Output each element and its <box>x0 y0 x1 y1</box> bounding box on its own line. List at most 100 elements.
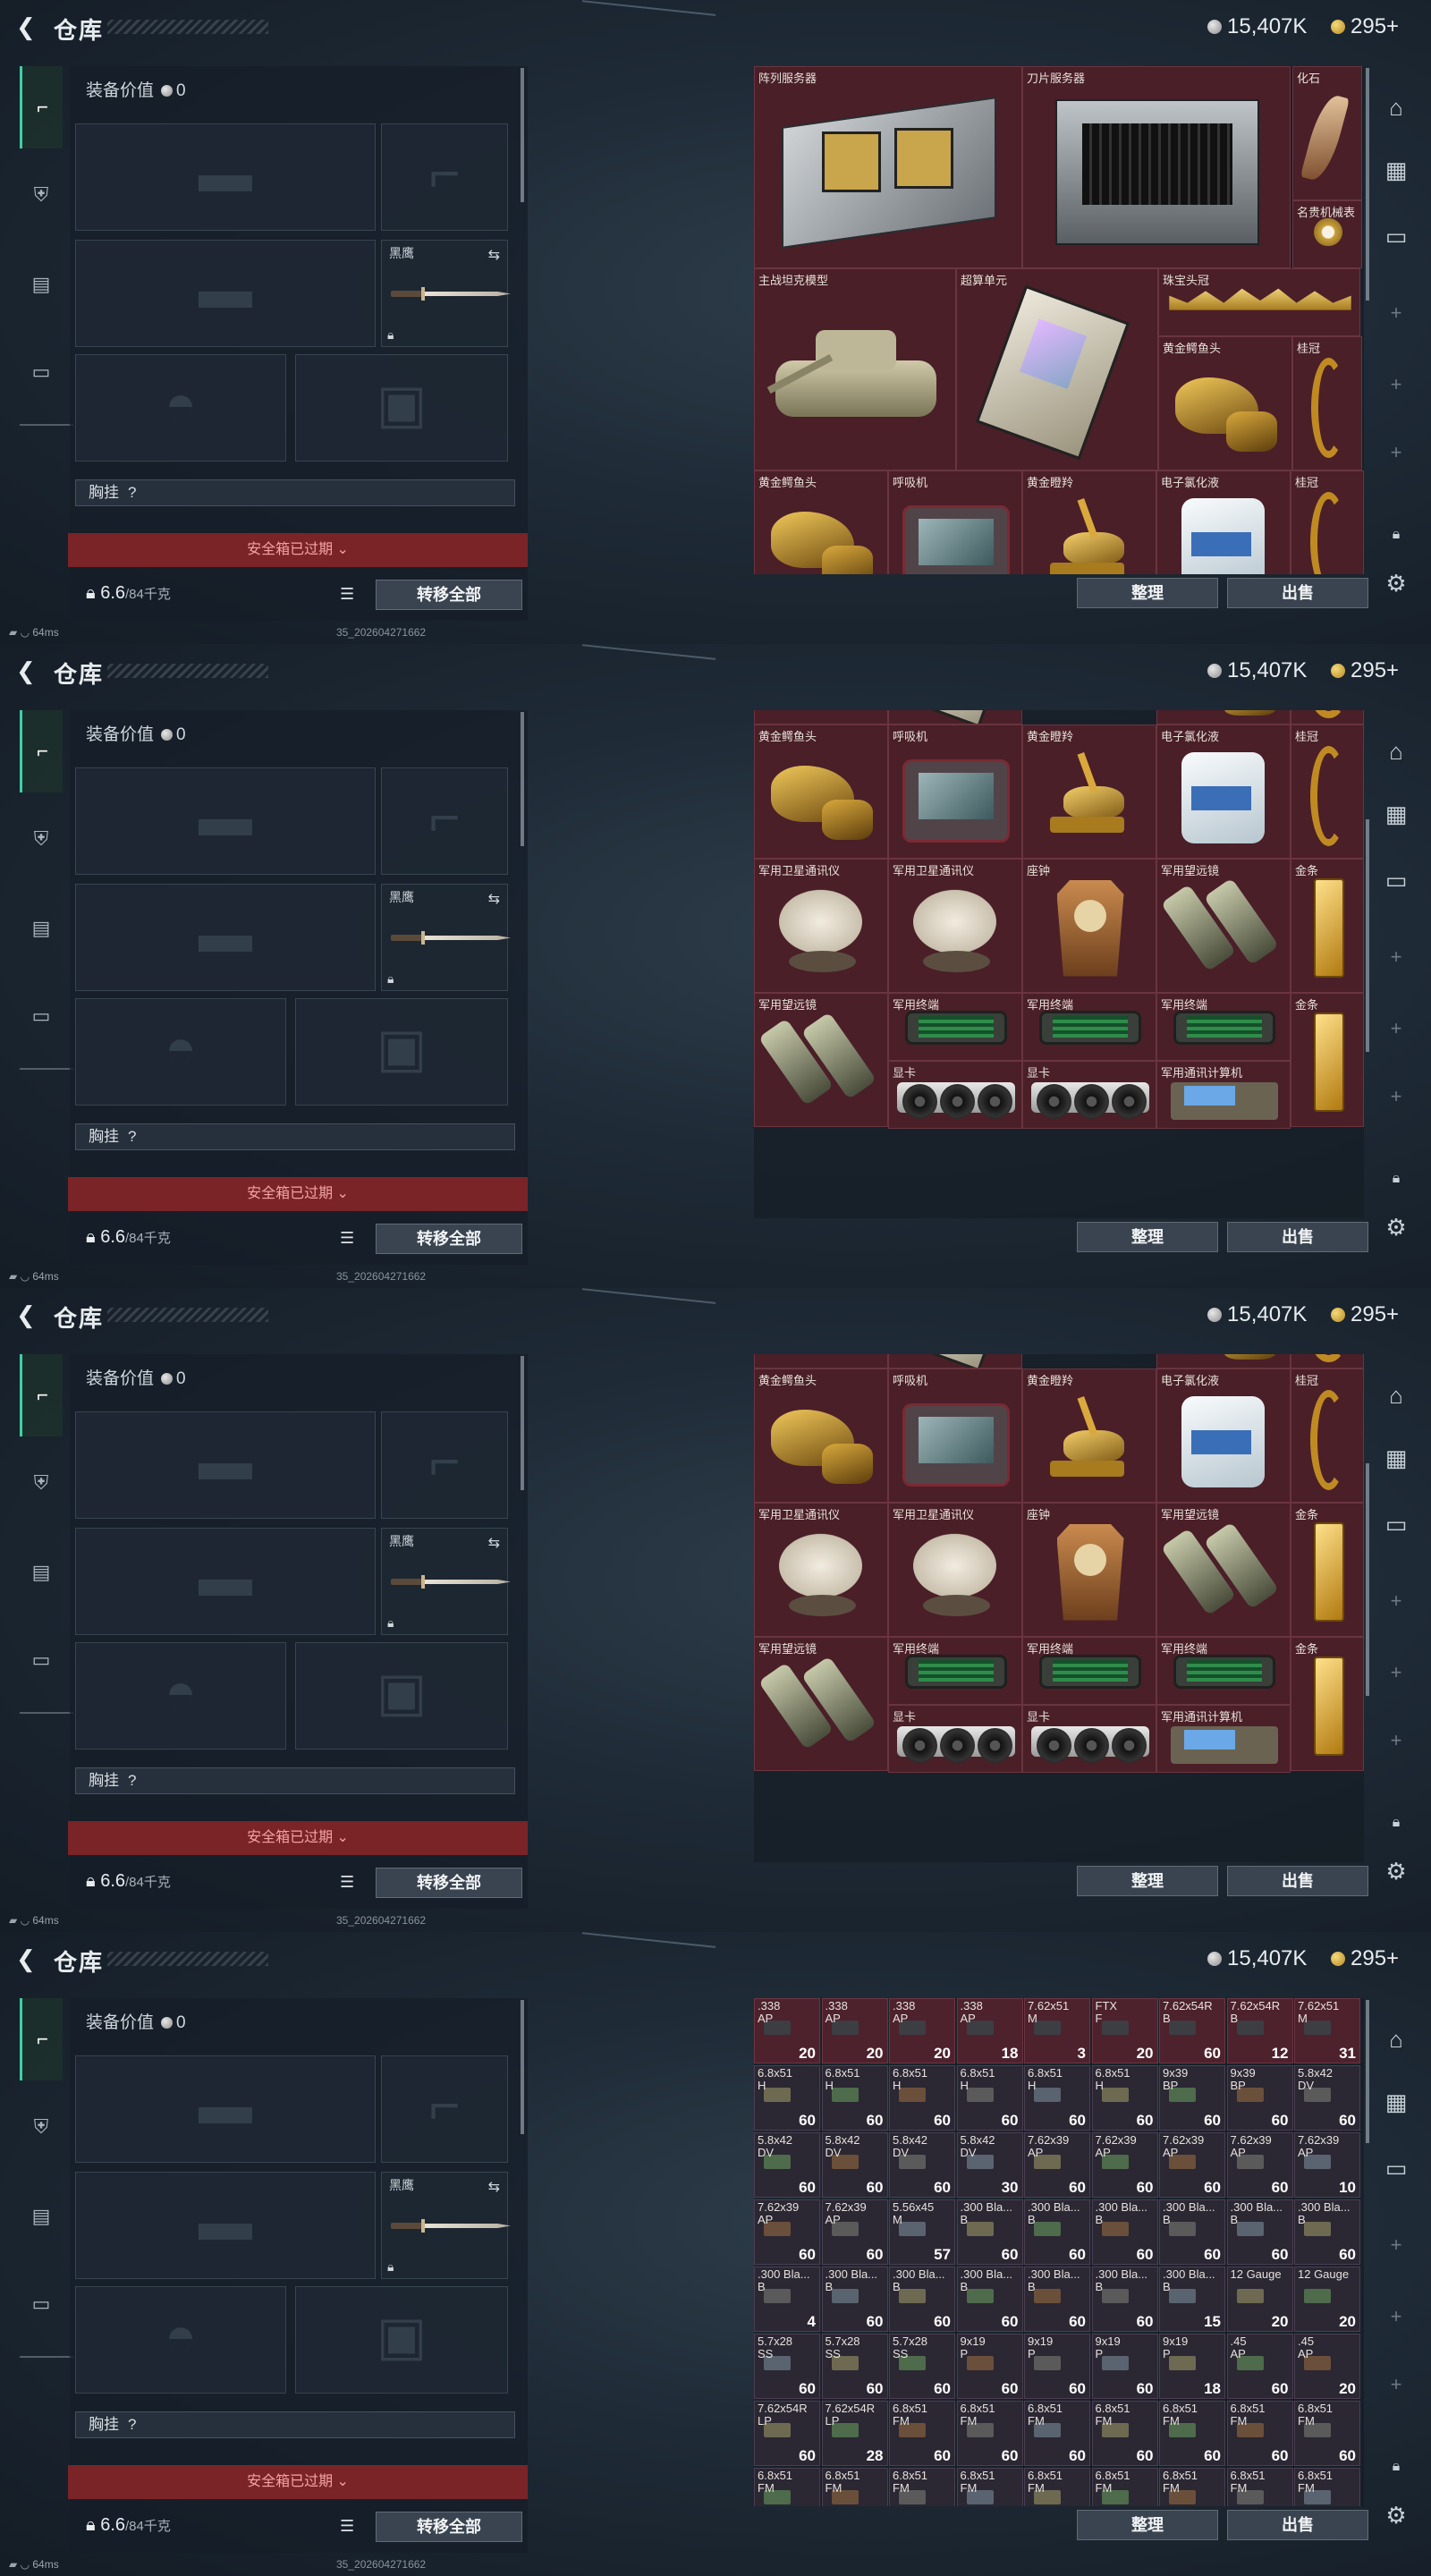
melee-slot[interactable]: 黑鹰 ⇆ 🔒︎ <box>381 2172 511 2279</box>
ammo-item[interactable]: .300 Bla... B 60 <box>1294 2199 1360 2265</box>
transfer-all-button[interactable]: 转移全部 <box>376 1868 522 1898</box>
storage-item[interactable]: 电子氯化液 <box>1156 724 1291 859</box>
ammo-item[interactable]: .300 Bla... B 15 <box>1159 2267 1225 2332</box>
ammo-item[interactable]: 6.8x51 FM 60 <box>1091 2401 1158 2466</box>
storage-item-partial[interactable] <box>1156 710 1291 724</box>
storage-item[interactable]: 黄金鳄鱼头 <box>754 724 888 859</box>
ammo-item[interactable]: .338 AP 20 <box>754 1998 820 2063</box>
ammo-item[interactable]: 5.8x42 DV 60 <box>1294 2065 1360 2131</box>
safe-box-expired-banner[interactable]: 安全箱已过期 ⌄ <box>68 533 528 567</box>
ammo-item[interactable]: 9x19 P 60 <box>1091 2334 1158 2399</box>
chest-rig-slot[interactable]: 胸挂? <box>75 1767 515 1794</box>
ammo-item[interactable]: 12 Gauge 20 <box>1226 2267 1293 2332</box>
ammo-item[interactable]: 6.8x51 H 60 <box>821 2065 888 2131</box>
ammo-item[interactable]: .300 Bla... B 60 <box>1024 2267 1090 2332</box>
swap-icon[interactable]: ⇆ <box>488 2178 500 2196</box>
armor-slot[interactable]: ▣ <box>295 1642 508 1750</box>
ammo-item[interactable]: 7.62x39 AP 60 <box>1159 2132 1225 2198</box>
swap-icon[interactable]: ⇆ <box>488 246 500 264</box>
storage-item[interactable]: 军用终端 <box>1022 1637 1156 1705</box>
ammo-item[interactable]: .300 Bla... B 60 <box>1091 2267 1158 2332</box>
ammo-item[interactable]: 6.8x51 H 60 <box>1091 2065 1158 2131</box>
rail-case-tab[interactable]: ▭ <box>20 995 63 1038</box>
ammo-item[interactable]: 7.62x39 AP 60 <box>1226 2132 1293 2198</box>
equipment-scrollbar[interactable] <box>521 712 524 846</box>
ammo-item[interactable]: .300 Bla... B 60 <box>956 2267 1023 2332</box>
rail-weapons-tab[interactable]: ⌐ <box>20 1354 63 1436</box>
storage-item[interactable]: 呼吸机 <box>888 470 1022 574</box>
storage-item[interactable]: 金条 <box>1291 1503 1364 1637</box>
add-page-1[interactable]: + <box>1378 1583 1414 1619</box>
list-icon[interactable]: ☰ <box>340 1873 354 1892</box>
storage-item[interactable]: 军用通讯计算机 <box>1156 1061 1291 1129</box>
add-page-3[interactable]: + <box>1378 1723 1414 1758</box>
ammo-item[interactable]: 6.8x51 FM <box>1226 2468 1293 2506</box>
rail-armor-tab[interactable]: ⛨ <box>20 2106 63 2148</box>
storage-item[interactable]: 军用终端 <box>1156 993 1291 1061</box>
ammo-item[interactable]: 7.62x54R LP 60 <box>754 2401 820 2466</box>
storage-item[interactable]: 超算单元 <box>956 268 1158 470</box>
ammo-item[interactable]: .338 AP 20 <box>821 1998 888 2063</box>
helmet-slot[interactable]: ◓ <box>75 998 286 1106</box>
ammo-item[interactable]: 7.62x51 M 3 <box>1024 1998 1090 2063</box>
storage-page-3[interactable]: ▭ <box>1378 2150 1414 2186</box>
ammo-item[interactable]: 12 Gauge 20 <box>1294 2267 1360 2332</box>
storage-page-1[interactable]: ⌂ <box>1378 733 1414 769</box>
storage-scrollbar[interactable] <box>1366 68 1369 301</box>
transfer-all-button[interactable]: 转移全部 <box>376 2512 522 2542</box>
storage-item[interactable]: 金条 <box>1291 1637 1364 1771</box>
pistol-slot[interactable]: ⌐ <box>381 2055 508 2163</box>
ammo-item[interactable]: 7.62x39 AP 60 <box>1024 2132 1090 2198</box>
ammo-item[interactable]: 9x39 BP 60 <box>1159 2065 1225 2131</box>
rail-gear-tab[interactable]: ▤ <box>20 1551 63 1594</box>
ammo-item[interactable]: 6.8x51 H 60 <box>1024 2065 1090 2131</box>
storage-page-1[interactable]: ⌂ <box>1378 89 1414 125</box>
chest-rig-slot[interactable]: 胸挂? <box>75 479 515 506</box>
storage-page-2[interactable]: ▦ <box>1378 1440 1414 1476</box>
swap-icon[interactable]: ⇆ <box>488 890 500 908</box>
melee-slot[interactable]: 黑鹰 ⇆ 🔒︎ <box>381 884 511 991</box>
storage-item[interactable]: 军用通讯计算机 <box>1156 1705 1291 1773</box>
safe-box-expired-banner[interactable]: 安全箱已过期 ⌄ <box>68 1177 528 1211</box>
storage-item[interactable]: 显卡 <box>888 1061 1022 1129</box>
back-arrow-icon[interactable]: ❮ <box>16 14 38 39</box>
storage-item[interactable]: 黄金瞪羚 <box>1022 1368 1156 1503</box>
gear-icon[interactable]: ⚙ <box>1378 2497 1414 2533</box>
rail-weapons-tab[interactable]: ⌐ <box>20 710 63 792</box>
sell-button[interactable]: 出售 <box>1227 1866 1368 1896</box>
helmet-slot[interactable]: ◓ <box>75 2286 286 2394</box>
storage-item[interactable]: 军用卫星通讯仪 <box>888 859 1022 993</box>
equipment-scrollbar[interactable] <box>521 2000 524 2134</box>
storage-page-3[interactable]: ▭ <box>1378 1506 1414 1542</box>
storage-item[interactable]: 刀片服务器 <box>1022 66 1291 268</box>
chest-rig-slot[interactable]: 胸挂? <box>75 1123 515 1150</box>
ammo-item[interactable]: .338 AP 18 <box>956 1998 1023 2063</box>
storage-scrollbar[interactable] <box>1366 819 1369 1052</box>
storage-item[interactable]: 显卡 <box>1022 1061 1156 1129</box>
chest-rig-slot[interactable]: 胸挂? <box>75 2411 515 2438</box>
ammo-item[interactable]: 7.62x54R LP 28 <box>821 2401 888 2466</box>
gold-currency[interactable]: 295+ <box>1331 658 1399 683</box>
gold-currency[interactable]: 295+ <box>1331 14 1399 39</box>
rail-armor-tab[interactable]: ⛨ <box>20 818 63 860</box>
ammo-item[interactable]: 7.62x39 AP 10 <box>1294 2132 1360 2198</box>
ammo-item[interactable]: 7.62x39 AP 60 <box>1091 2132 1158 2198</box>
sell-button[interactable]: 出售 <box>1227 2510 1368 2540</box>
sort-button[interactable]: 整理 <box>1077 1866 1218 1896</box>
storage-item-partial[interactable] <box>888 1354 1022 1368</box>
melee-slot[interactable]: 黑鹰 ⇆ 🔒︎ <box>381 240 511 347</box>
add-page-3[interactable]: + <box>1378 435 1414 470</box>
equipment-scrollbar[interactable] <box>521 1356 524 1490</box>
ammo-item[interactable]: 6.8x51 FM <box>956 2468 1023 2506</box>
pistol-slot[interactable]: ⌐ <box>381 1411 508 1519</box>
ammo-item[interactable]: .300 Bla... B 60 <box>1024 2199 1090 2265</box>
rail-gear-tab[interactable]: ▤ <box>20 2195 63 2238</box>
gear-icon[interactable]: ⚙ <box>1378 1209 1414 1245</box>
ammo-item[interactable]: 6.8x51 H 60 <box>889 2065 955 2131</box>
storage-item[interactable]: 军用望远镜 <box>1156 859 1291 993</box>
ammo-item[interactable]: .300 Bla... B 60 <box>956 2199 1023 2265</box>
storage-item[interactable]: 军用望远镜 <box>1156 1503 1291 1637</box>
ammo-item[interactable]: .45 AP 60 <box>1226 2334 1293 2399</box>
ammo-item[interactable]: .300 Bla... B 60 <box>1159 2199 1225 2265</box>
rail-weapons-tab[interactable]: ⌐ <box>20 1998 63 2080</box>
